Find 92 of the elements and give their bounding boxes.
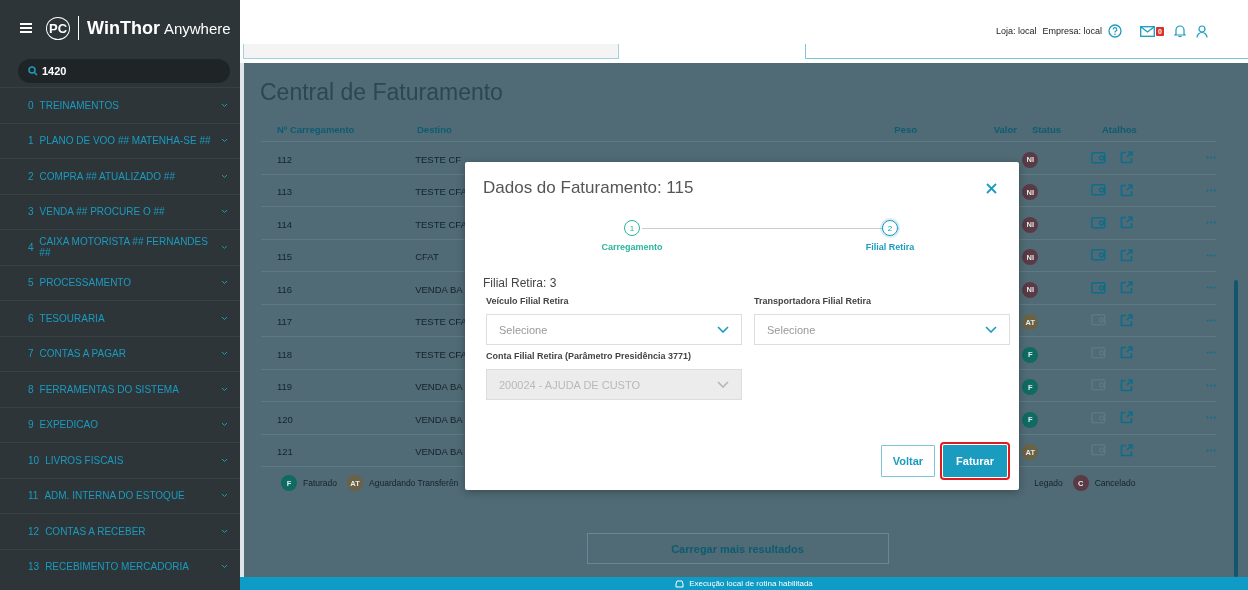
legend-label: Cancelado — [1094, 478, 1136, 488]
store-label: Loja: local — [996, 26, 1037, 36]
chevron-down-icon — [717, 381, 729, 388]
field-label: Conta Filial Retira (Parâmetro Presidência 3771) — [486, 351, 693, 361]
external-link-icon[interactable] — [1120, 216, 1134, 230]
external-link-icon[interactable] — [1120, 378, 1134, 392]
submit-button[interactable]: Faturar — [943, 445, 1007, 477]
more-options-icon[interactable] — [1206, 221, 1216, 225]
external-link-icon[interactable] — [1120, 281, 1134, 295]
more-options-icon[interactable] — [1206, 188, 1216, 192]
table-cell: VENDA BA — [415, 446, 463, 458]
external-link-icon[interactable] — [1120, 151, 1134, 165]
table-cell: 114 — [277, 218, 293, 230]
app-subtitle: Anywhere — [163, 19, 231, 37]
table-cell: TESTE CF — [415, 153, 462, 165]
close-icon[interactable] — [986, 182, 997, 194]
more-options-icon[interactable] — [1206, 383, 1216, 387]
modal-title: Dados do Faturamento: 115 — [483, 178, 694, 198]
field-label: Transportadora Filial Retira — [754, 296, 873, 306]
table-cell: 115 — [277, 251, 293, 263]
more-options-icon[interactable] — [1206, 448, 1216, 452]
filter-field[interactable] — [243, 44, 619, 59]
wallet-icon[interactable] — [1091, 281, 1107, 294]
help-icon[interactable] — [1108, 24, 1123, 38]
table-cell: VENDA BA — [415, 283, 463, 295]
table-cell: 116 — [277, 283, 293, 295]
step-indicator: 1 — [624, 220, 640, 236]
car-icon — [675, 579, 685, 588]
bell-icon[interactable] — [1174, 24, 1186, 38]
external-link-icon[interactable] — [1120, 248, 1134, 262]
more-options-icon[interactable] — [1206, 416, 1216, 420]
external-link-icon[interactable] — [1120, 313, 1134, 327]
mail-icon[interactable] — [1140, 25, 1156, 37]
legend-label: Legado — [1034, 478, 1063, 488]
chevron-down-icon — [221, 280, 228, 286]
step-label: Carregamento — [601, 242, 663, 252]
table-cell: VENDA BA — [415, 381, 463, 393]
wallet-icon[interactable] — [1091, 184, 1107, 197]
chevron-down-icon — [221, 315, 228, 321]
table-cell: 113 — [277, 186, 293, 198]
chevron-down-icon — [221, 244, 228, 250]
table-cell: CFAT — [415, 251, 439, 263]
wallet-icon[interactable] — [1091, 216, 1107, 229]
status-text: Execução local de rotina habilitada — [689, 579, 813, 588]
scrollbar[interactable] — [1234, 280, 1238, 577]
chevron-down-icon — [221, 493, 228, 499]
chevron-down-icon — [221, 209, 228, 215]
more-options-icon[interactable] — [1206, 286, 1216, 290]
back-button[interactable]: Voltar — [880, 445, 936, 477]
table-cell: 117 — [277, 316, 293, 328]
menu-icon[interactable] — [20, 23, 32, 33]
section-title: Filial Retira: 3 — [483, 276, 558, 290]
app-title: WinThor — [87, 17, 160, 39]
user-icon[interactable] — [1196, 24, 1208, 38]
search-icon — [28, 66, 38, 76]
chevron-down-icon — [221, 351, 228, 357]
dropdown-field[interactable]: Selecione — [754, 314, 1010, 345]
external-link-icon[interactable] — [1120, 346, 1134, 360]
external-link-icon[interactable] — [1120, 411, 1134, 425]
step-label: Filial Retira — [865, 242, 915, 252]
more-options-icon[interactable] — [1206, 351, 1216, 355]
more-options-icon[interactable] — [1206, 318, 1216, 322]
chevron-down-icon — [221, 102, 228, 108]
external-link-icon[interactable] — [1120, 183, 1134, 197]
field-label: Veículo Filial Retira — [486, 296, 570, 306]
chevron-down-icon — [221, 138, 228, 144]
legend-label: Aguardando Transferên — [369, 478, 459, 488]
table-cell: 119 — [277, 381, 293, 393]
chevron-down-icon — [221, 386, 228, 392]
chevron-down-icon — [221, 528, 228, 534]
chevron-down-icon — [221, 173, 228, 179]
more-options-icon[interactable] — [1206, 156, 1216, 160]
more-options-icon[interactable] — [1206, 253, 1216, 257]
chevron-down-icon — [221, 422, 228, 428]
chevron-down-icon — [221, 564, 228, 570]
table-cell: 112 — [277, 153, 293, 165]
chevron-down-icon — [985, 326, 997, 333]
company-label: Empresa: local — [1042, 26, 1103, 36]
table-cell: 118 — [277, 348, 293, 360]
wallet-icon[interactable] — [1091, 151, 1107, 164]
chevron-down-icon — [717, 326, 729, 333]
table-cell: VENDA BA — [415, 413, 463, 425]
table-cell: 120 — [277, 413, 293, 425]
external-link-icon[interactable] — [1120, 443, 1134, 457]
step-indicator: 2 — [882, 220, 898, 236]
chevron-down-icon — [221, 457, 228, 463]
legend-label: Faturado — [303, 478, 338, 488]
table-cell: 121 — [277, 446, 293, 458]
filter-field[interactable] — [805, 44, 1248, 59]
wallet-icon[interactable] — [1091, 249, 1107, 262]
search-field[interactable]: 1420 — [18, 59, 230, 83]
dropdown-field[interactable]: Selecione — [486, 314, 742, 345]
